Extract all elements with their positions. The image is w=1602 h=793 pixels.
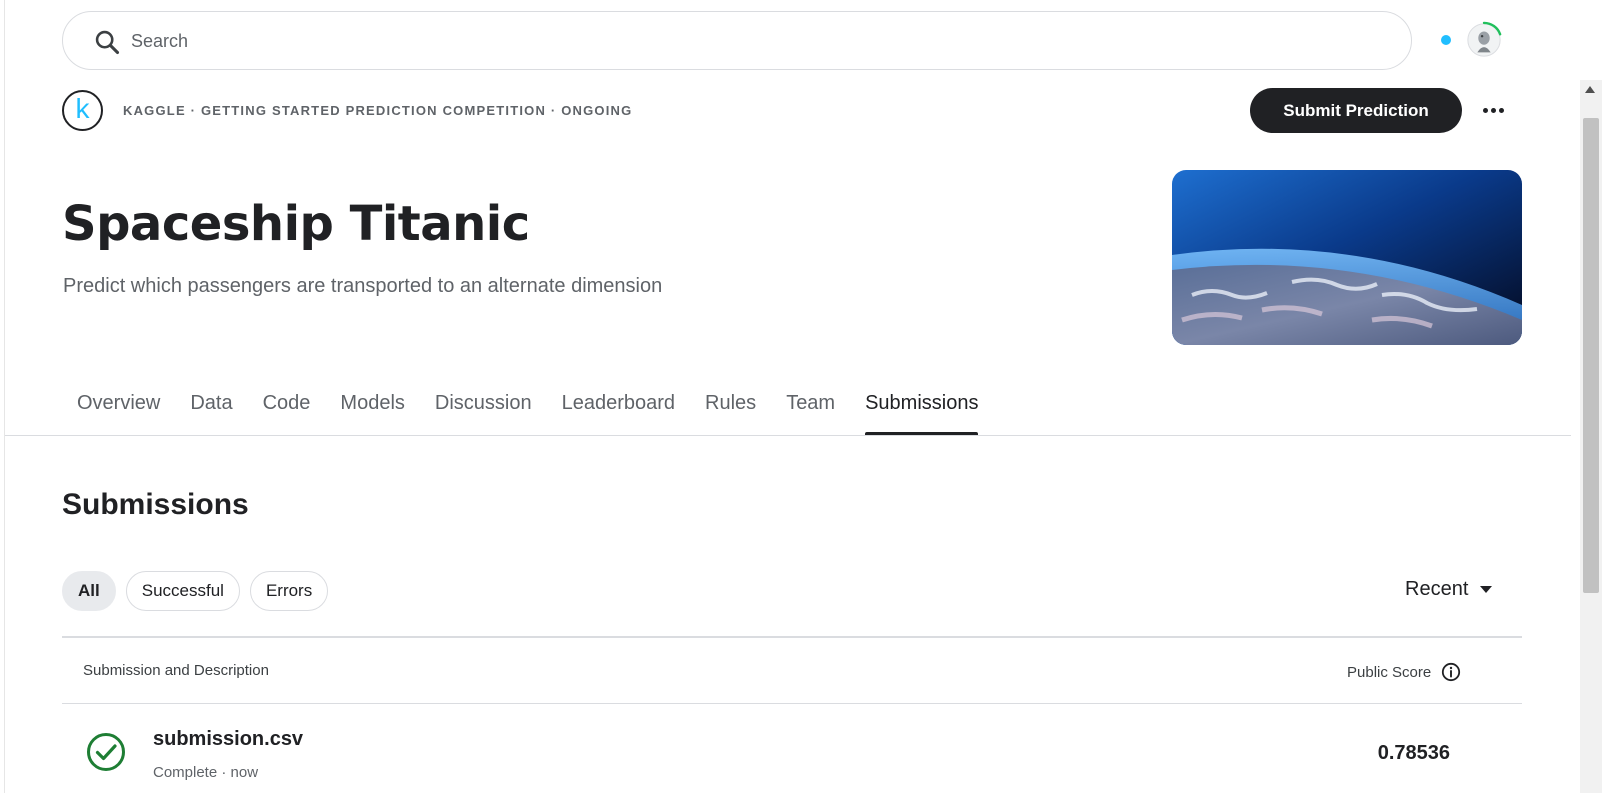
logo-letter: k [75,93,90,124]
tab-discussion[interactable]: Discussion [420,388,547,436]
column-header-submission: Submission and Description [83,662,269,679]
tab-models[interactable]: Models [325,388,419,436]
filter-errors[interactable]: Errors [249,571,329,611]
tab-rules[interactable]: Rules [690,388,771,436]
scrollbar[interactable] [1580,80,1602,793]
tab-overview[interactable]: Overview [62,388,175,436]
tab-leaderboard[interactable]: Leaderboard [547,388,690,436]
search-bar[interactable] [62,11,1412,70]
page-title: Spaceship Titanic [62,196,530,252]
filter-chips: All Successful Errors [62,571,329,611]
window-edge [0,0,5,793]
sort-dropdown[interactable]: Recent [1405,578,1493,601]
table-top-border [62,636,1522,638]
page-subtitle: Predict which passengers are transported… [63,275,663,297]
filter-successful[interactable]: Successful [125,571,240,611]
search-input[interactable] [131,24,1381,58]
submission-status: Complete · now [153,764,259,781]
breadcrumb: KAGGLE · GETTING STARTED PREDICTION COMP… [123,103,633,118]
tab-team[interactable]: Team [771,388,850,436]
scroll-up-arrow-icon[interactable] [1585,86,1595,93]
tabs-divider [5,435,1571,436]
filter-all[interactable]: All [62,571,116,611]
tab-submissions[interactable]: Submissions [850,388,993,436]
kaggle-logo[interactable]: k [62,90,103,131]
submit-prediction-button[interactable]: Submit Prediction [1250,88,1462,133]
section-title: Submissions [62,488,249,521]
tab-bar: Overview Data Code Models Discussion Lea… [62,388,993,436]
check-circle-icon [87,733,125,771]
public-score: 0.78536 [1377,742,1450,764]
competition-banner-image [1172,170,1522,345]
info-icon[interactable] [1441,662,1461,682]
search-icon [95,30,120,55]
table-row[interactable]: submission.csv Complete · now 0.78536 [62,704,1522,793]
more-options-icon[interactable] [1478,96,1508,124]
column-header-score-label: Public Score [1347,663,1432,681]
sort-label: Recent [1405,578,1469,600]
avatar[interactable] [1465,21,1503,59]
submission-file-name[interactable]: submission.csv [153,728,303,751]
notification-dot[interactable] [1441,35,1451,45]
scroll-thumb[interactable] [1583,118,1599,593]
caret-down-icon [1480,586,1493,593]
tab-code[interactable]: Code [248,388,326,436]
column-header-score: Public Score [1347,662,1461,682]
tab-data[interactable]: Data [175,388,247,436]
